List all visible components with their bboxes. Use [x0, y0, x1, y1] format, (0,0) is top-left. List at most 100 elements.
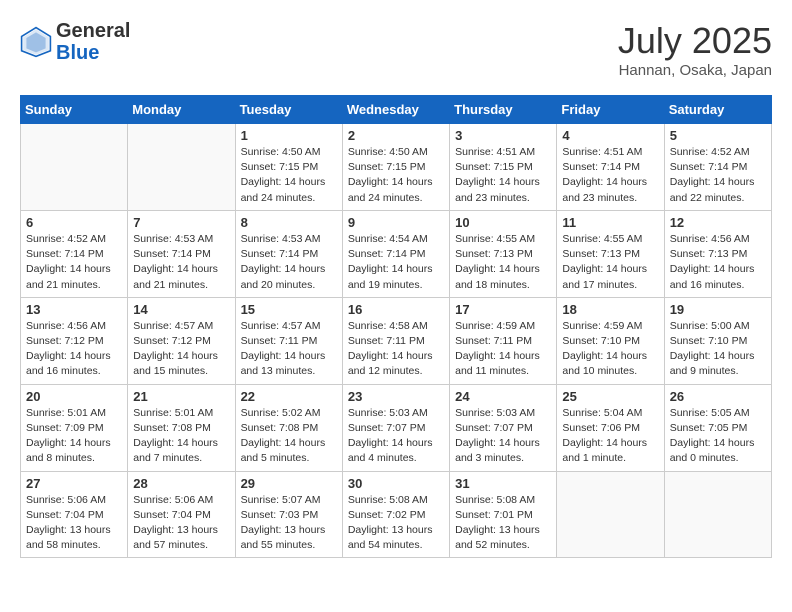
calendar-cell: 16 Sunrise: 4:58 AMSunset: 7:11 PMDayligh…: [342, 297, 449, 384]
day-info: Sunrise: 4:52 AMSunset: 7:14 PMDaylight:…: [670, 145, 766, 206]
day-info: Sunrise: 5:06 AMSunset: 7:04 PMDaylight:…: [26, 493, 122, 554]
day-info: Sunrise: 5:08 AMSunset: 7:02 PMDaylight:…: [348, 493, 444, 554]
day-number: 30: [348, 476, 444, 491]
day-number: 18: [562, 302, 658, 317]
calendar-cell: 2 Sunrise: 4:50 AMSunset: 7:15 PMDaylight…: [342, 124, 449, 211]
logo-general: General: [56, 20, 130, 42]
day-info: Sunrise: 4:50 AMSunset: 7:15 PMDaylight:…: [348, 145, 444, 206]
calendar-cell: 19 Sunrise: 5:00 AMSunset: 7:10 PMDayligh…: [664, 297, 771, 384]
calendar: SundayMondayTuesdayWednesdayThursdayFrid…: [20, 95, 772, 558]
day-info: Sunrise: 4:51 AMSunset: 7:15 PMDaylight:…: [455, 145, 551, 206]
day-info: Sunrise: 4:56 AMSunset: 7:13 PMDaylight:…: [670, 232, 766, 293]
calendar-cell: 22 Sunrise: 5:02 AMSunset: 7:08 PMDayligh…: [235, 384, 342, 471]
day-number: 13: [26, 302, 122, 317]
day-info: Sunrise: 4:53 AMSunset: 7:14 PMDaylight:…: [241, 232, 337, 293]
calendar-cell: 4 Sunrise: 4:51 AMSunset: 7:14 PMDaylight…: [557, 124, 664, 211]
calendar-cell: 25Sunrise: 5:04 AMSunset: 7:06 PMDayligh…: [557, 384, 664, 471]
day-number: 8: [241, 215, 337, 230]
weekday-header-tuesday: Tuesday: [235, 96, 342, 124]
day-info: Sunrise: 4:50 AMSunset: 7:15 PMDaylight:…: [241, 145, 337, 206]
calendar-cell: 11Sunrise: 4:55 AMSunset: 7:13 PMDayligh…: [557, 210, 664, 297]
calendar-cell: 17 Sunrise: 4:59 AMSunset: 7:11 PMDayligh…: [450, 297, 557, 384]
calendar-cell: [128, 124, 235, 211]
weekday-header-wednesday: Wednesday: [342, 96, 449, 124]
calendar-cell: 20 Sunrise: 5:01 AMSunset: 7:09 PMDayligh…: [21, 384, 128, 471]
day-info: Sunrise: 5:01 AMSunset: 7:09 PMDaylight:…: [26, 406, 122, 467]
day-number: 16: [348, 302, 444, 317]
day-number: 20: [26, 389, 122, 404]
title-block: July 2025 Hannan, Osaka, Japan: [618, 20, 772, 79]
week-row-4: 20 Sunrise: 5:01 AMSunset: 7:09 PMDayligh…: [21, 384, 772, 471]
day-number: 7: [133, 215, 229, 230]
day-number: 10: [455, 215, 551, 230]
day-info: Sunrise: 5:03 AMSunset: 7:07 PMDaylight:…: [455, 406, 551, 467]
day-number: 26: [670, 389, 766, 404]
day-number: 22: [241, 389, 337, 404]
day-number: 15: [241, 302, 337, 317]
day-number: 25: [562, 389, 658, 404]
day-number: 23: [348, 389, 444, 404]
day-number: 24: [455, 389, 551, 404]
day-number: 4: [562, 128, 658, 143]
weekday-header-thursday: Thursday: [450, 96, 557, 124]
day-info: Sunrise: 4:52 AMSunset: 7:14 PMDaylight:…: [26, 232, 122, 293]
day-info: Sunrise: 5:00 AMSunset: 7:10 PMDaylight:…: [670, 319, 766, 380]
week-row-5: 27Sunrise: 5:06 AMSunset: 7:04 PMDayligh…: [21, 471, 772, 558]
day-info: Sunrise: 4:55 AMSunset: 7:13 PMDaylight:…: [455, 232, 551, 293]
calendar-cell: 26 Sunrise: 5:05 AMSunset: 7:05 PMDayligh…: [664, 384, 771, 471]
calendar-cell: 3Sunrise: 4:51 AMSunset: 7:15 PMDaylight…: [450, 124, 557, 211]
week-row-2: 6Sunrise: 4:52 AMSunset: 7:14 PMDaylight…: [21, 210, 772, 297]
day-info: Sunrise: 4:56 AMSunset: 7:12 PMDaylight:…: [26, 319, 122, 380]
day-number: 19: [670, 302, 766, 317]
logo-icon: [20, 26, 52, 58]
day-number: 5: [670, 128, 766, 143]
day-info: Sunrise: 4:57 AMSunset: 7:12 PMDaylight:…: [133, 319, 229, 380]
logo: General Blue: [20, 20, 130, 64]
page-header: General Blue July 2025 Hannan, Osaka, Ja…: [20, 20, 772, 79]
calendar-cell: 6Sunrise: 4:52 AMSunset: 7:14 PMDaylight…: [21, 210, 128, 297]
calendar-cell: 15 Sunrise: 4:57 AMSunset: 7:11 PMDayligh…: [235, 297, 342, 384]
weekday-header-sunday: Sunday: [21, 96, 128, 124]
weekday-header-saturday: Saturday: [664, 96, 771, 124]
day-info: Sunrise: 5:03 AMSunset: 7:07 PMDaylight:…: [348, 406, 444, 467]
calendar-cell: [557, 471, 664, 558]
calendar-cell: 13 Sunrise: 4:56 AMSunset: 7:12 PMDayligh…: [21, 297, 128, 384]
calendar-cell: 28Sunrise: 5:06 AMSunset: 7:04 PMDayligh…: [128, 471, 235, 558]
day-info: Sunrise: 4:57 AMSunset: 7:11 PMDaylight:…: [241, 319, 337, 380]
day-number: 17: [455, 302, 551, 317]
day-number: 29: [241, 476, 337, 491]
weekday-header-monday: Monday: [128, 96, 235, 124]
calendar-cell: 23 Sunrise: 5:03 AMSunset: 7:07 PMDayligh…: [342, 384, 449, 471]
calendar-cell: 14 Sunrise: 4:57 AMSunset: 7:12 PMDayligh…: [128, 297, 235, 384]
location: Hannan, Osaka, Japan: [618, 62, 772, 79]
day-info: Sunrise: 5:02 AMSunset: 7:08 PMDaylight:…: [241, 406, 337, 467]
calendar-cell: 10 Sunrise: 4:55 AMSunset: 7:13 PMDayligh…: [450, 210, 557, 297]
calendar-cell: 24 Sunrise: 5:03 AMSunset: 7:07 PMDayligh…: [450, 384, 557, 471]
day-info: Sunrise: 4:59 AMSunset: 7:11 PMDaylight:…: [455, 319, 551, 380]
day-info: Sunrise: 4:51 AMSunset: 7:14 PMDaylight:…: [562, 145, 658, 206]
week-row-1: 1 Sunrise: 4:50 AMSunset: 7:15 PMDaylight…: [21, 124, 772, 211]
day-info: Sunrise: 4:54 AMSunset: 7:14 PMDaylight:…: [348, 232, 444, 293]
day-info: Sunrise: 5:05 AMSunset: 7:05 PMDaylight:…: [670, 406, 766, 467]
day-info: Sunrise: 5:08 AMSunset: 7:01 PMDaylight:…: [455, 493, 551, 554]
day-info: Sunrise: 4:59 AMSunset: 7:10 PMDaylight:…: [562, 319, 658, 380]
day-number: 21: [133, 389, 229, 404]
calendar-cell: 12 Sunrise: 4:56 AMSunset: 7:13 PMDayligh…: [664, 210, 771, 297]
day-info: Sunrise: 4:58 AMSunset: 7:11 PMDaylight:…: [348, 319, 444, 380]
calendar-cell: 29 Sunrise: 5:07 AMSunset: 7:03 PMDayligh…: [235, 471, 342, 558]
day-number: 12: [670, 215, 766, 230]
calendar-cell: 18 Sunrise: 4:59 AMSunset: 7:10 PMDayligh…: [557, 297, 664, 384]
day-number: 9: [348, 215, 444, 230]
weekday-header-friday: Friday: [557, 96, 664, 124]
day-info: Sunrise: 4:55 AMSunset: 7:13 PMDaylight:…: [562, 232, 658, 293]
day-number: 2: [348, 128, 444, 143]
day-number: 14: [133, 302, 229, 317]
day-number: 1: [241, 128, 337, 143]
day-number: 31: [455, 476, 551, 491]
calendar-cell: 31 Sunrise: 5:08 AMSunset: 7:01 PMDayligh…: [450, 471, 557, 558]
calendar-cell: 1 Sunrise: 4:50 AMSunset: 7:15 PMDaylight…: [235, 124, 342, 211]
day-info: Sunrise: 5:07 AMSunset: 7:03 PMDaylight:…: [241, 493, 337, 554]
calendar-cell: 5 Sunrise: 4:52 AMSunset: 7:14 PMDaylight…: [664, 124, 771, 211]
calendar-cell: 7Sunrise: 4:53 AMSunset: 7:14 PMDaylight…: [128, 210, 235, 297]
day-info: Sunrise: 5:06 AMSunset: 7:04 PMDaylight:…: [133, 493, 229, 554]
